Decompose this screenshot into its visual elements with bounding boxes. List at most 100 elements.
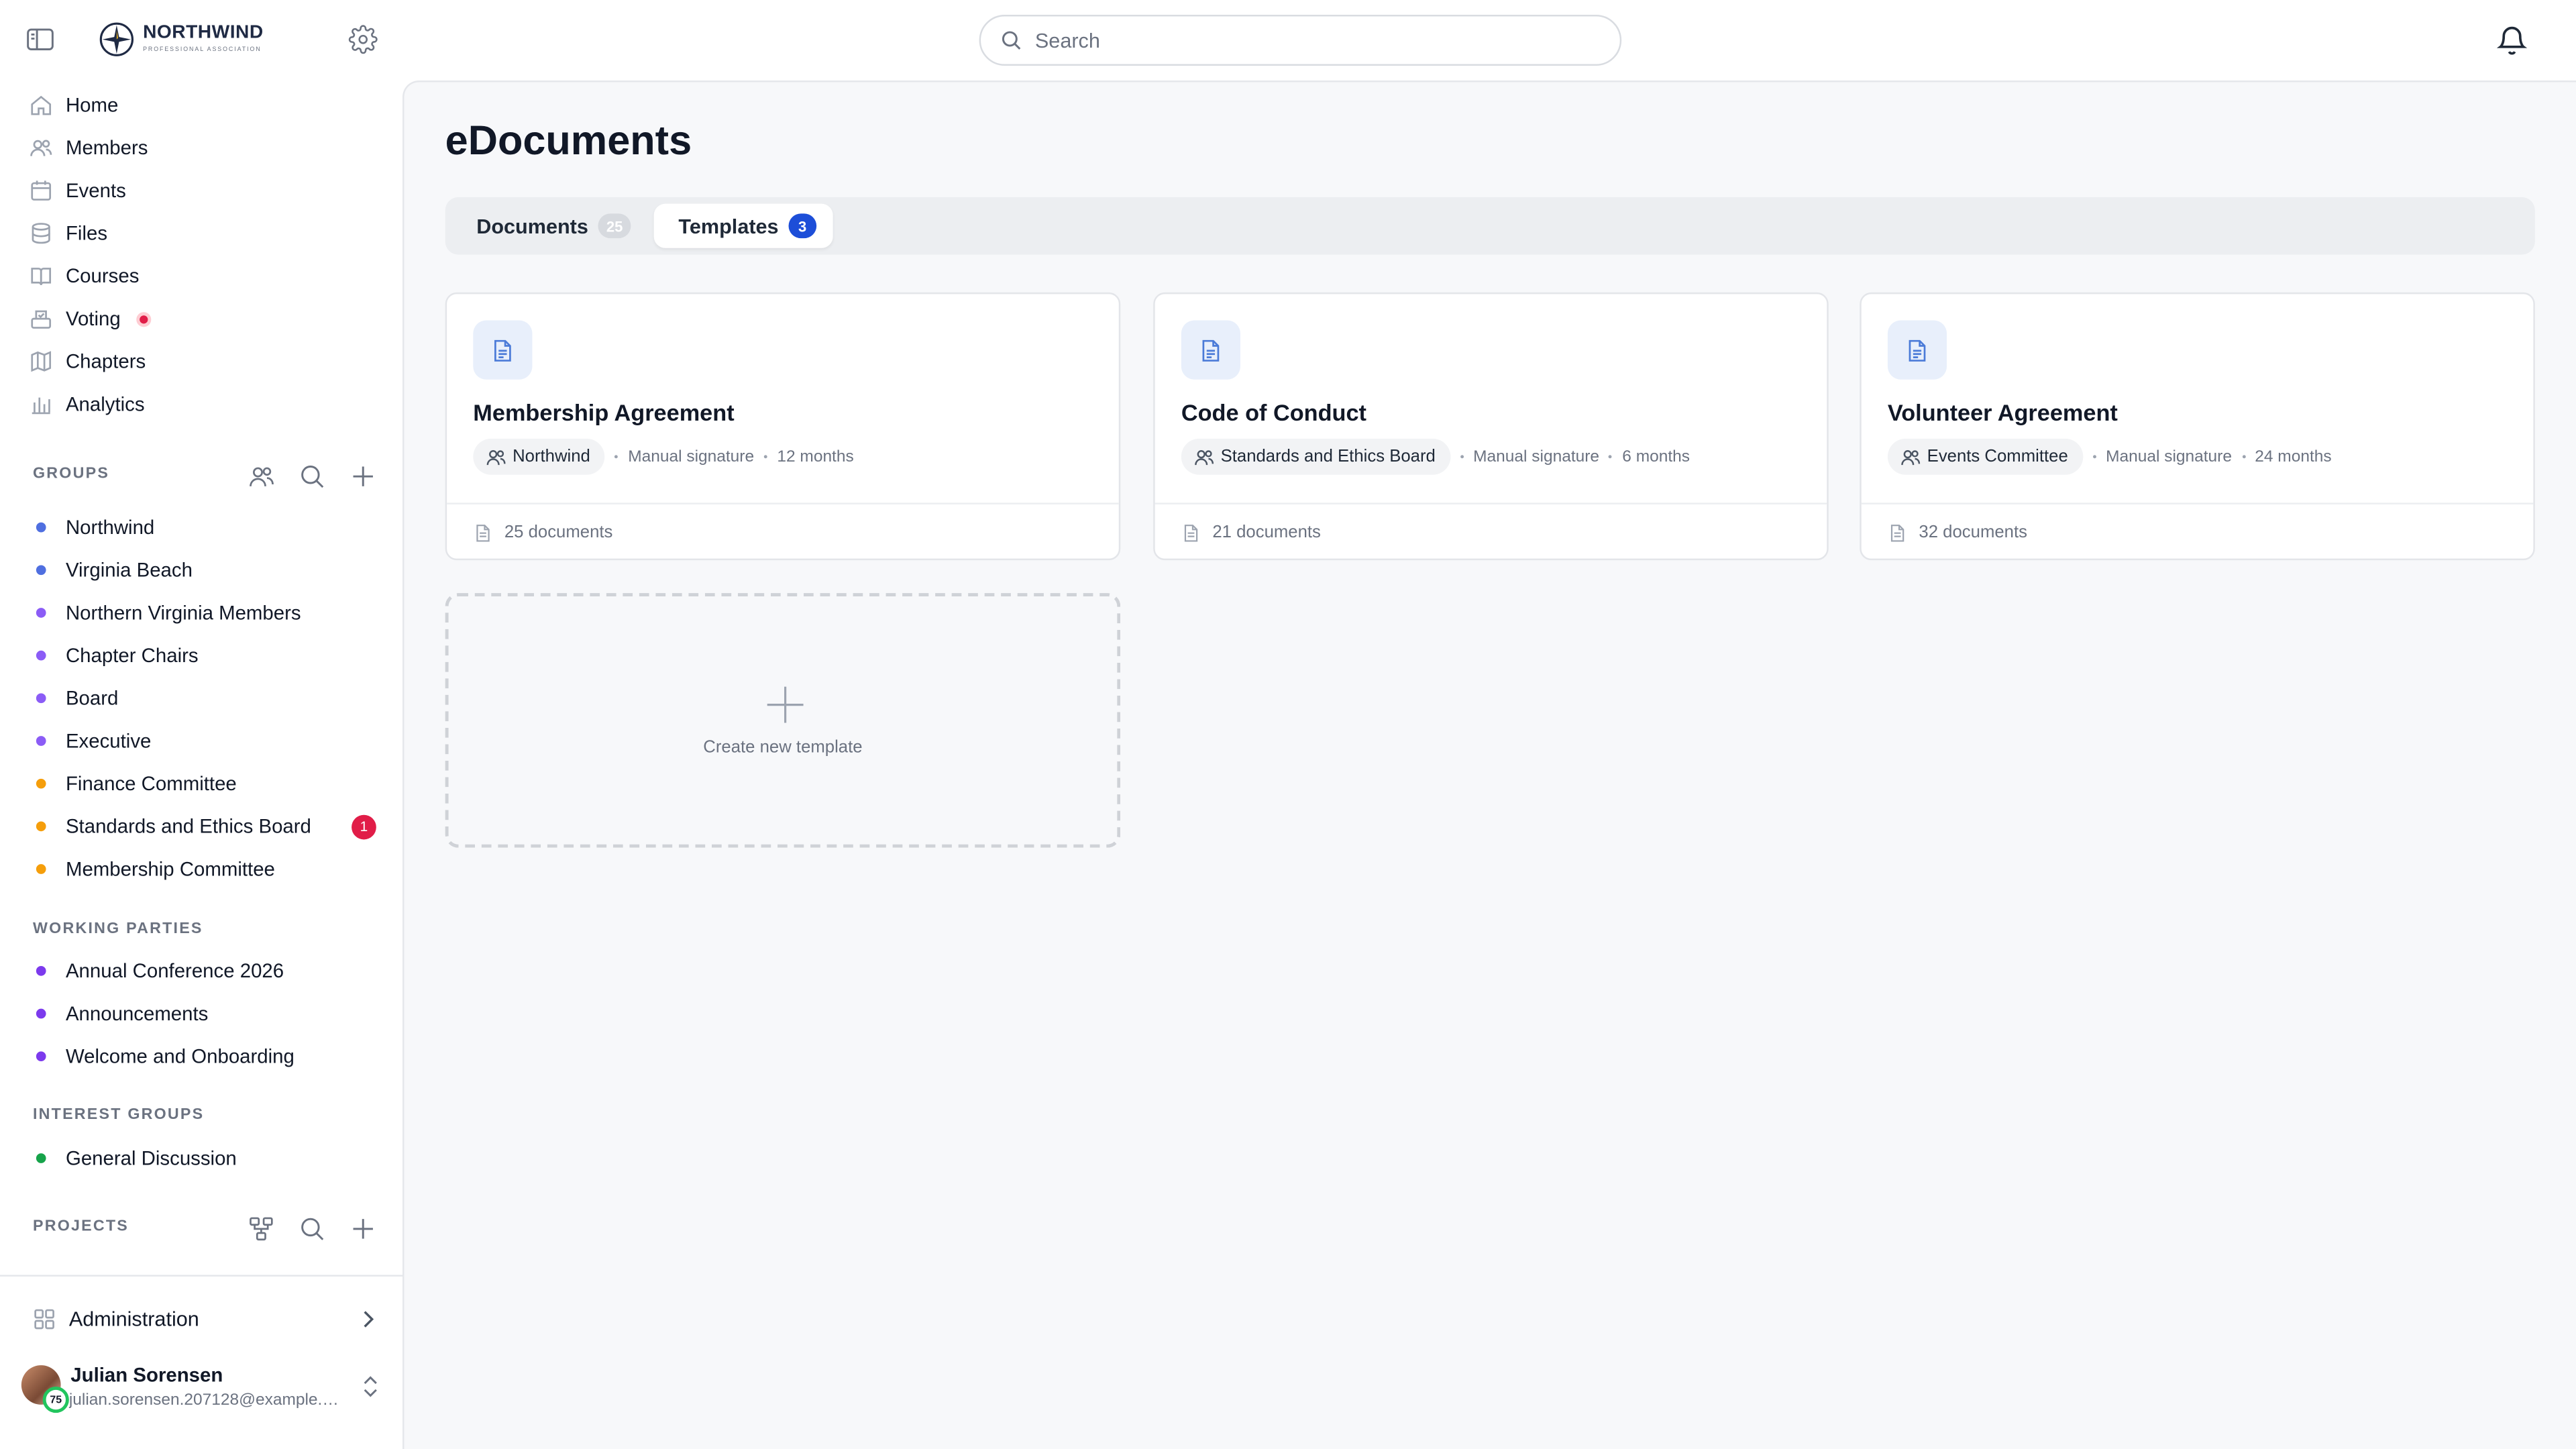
create-template-button[interactable]: Create new template	[445, 593, 1121, 848]
group-item[interactable]: Northwind	[36, 513, 381, 542]
tab-label: Templates	[678, 214, 779, 237]
file-icon	[1890, 523, 1904, 541]
projects-actions	[248, 1216, 376, 1242]
book-icon	[31, 268, 52, 286]
sidebar: Home Members Events Files Courses Voting…	[0, 80, 403, 1449]
group-item[interactable]: Membership Committee	[36, 854, 381, 883]
group-item[interactable]: Board	[36, 684, 381, 713]
tab-count-badge: 25	[598, 213, 631, 239]
group-item[interactable]: General Discussion	[36, 1144, 381, 1173]
card-footer: 32 documents	[1861, 502, 2534, 560]
sidebar-item-label: Members	[65, 136, 148, 160]
template-card[interactable]: Volunteer Agreement Events Committee Man…	[1860, 292, 2535, 561]
group-label: Northern Virginia Members	[65, 601, 301, 625]
separator-dot	[1460, 455, 1464, 459]
tab-documents[interactable]: Documents 25	[451, 204, 647, 248]
home-icon	[31, 95, 52, 115]
group-label: Annual Conference 2026	[65, 959, 284, 983]
tab-bar: Documents 25 Templates 3	[445, 197, 2535, 255]
group-chip[interactable]: Events Committee	[1887, 438, 2083, 475]
file-icon	[476, 523, 490, 541]
plus-icon[interactable]	[350, 1216, 376, 1242]
separator-dot	[1609, 455, 1613, 459]
group-item[interactable]: Standards and Ethics Board 1	[36, 812, 381, 841]
group-color-dot	[36, 650, 46, 661]
group-label: Finance Committee	[65, 772, 237, 796]
sidebar-toggle-icon[interactable]	[26, 26, 56, 52]
user-email: julian.sorensen.207128@example.com	[68, 1391, 345, 1410]
group-label: Virginia Beach	[65, 558, 193, 582]
app-logo[interactable]: NORTHWIND PROFESSIONAL ASSOCIATION	[99, 19, 264, 59]
bell-icon[interactable]	[2496, 23, 2528, 57]
group-item[interactable]: Finance Committee	[36, 769, 381, 798]
group-color-dot	[36, 1153, 46, 1163]
compass-logo-icon	[99, 22, 134, 56]
administration-link[interactable]: Administration	[33, 1303, 378, 1336]
logo-subtitle: PROFESSIONAL ASSOCIATION	[143, 46, 262, 53]
members-icon[interactable]	[248, 464, 274, 490]
search-icon[interactable]	[299, 464, 325, 490]
group-color-dot	[36, 608, 46, 618]
chapters-icon	[31, 351, 52, 372]
group-item[interactable]: Announcements	[36, 999, 381, 1028]
card-footer: 21 documents	[1155, 502, 1827, 560]
group-chip[interactable]: Standards and Ethics Board	[1181, 438, 1450, 475]
chart-icon	[32, 397, 50, 415]
user-level-badge: 75	[42, 1386, 69, 1413]
database-icon	[32, 223, 50, 244]
separator-dot	[2092, 455, 2096, 459]
group-color-dot	[36, 864, 46, 874]
sidebar-item-members[interactable]: Members	[30, 131, 148, 164]
sidebar-item-label: Home	[65, 93, 119, 117]
gear-icon[interactable]	[348, 25, 378, 54]
validity-duration: 12 months	[777, 447, 854, 466]
sidebar-item-courses[interactable]: Courses	[30, 260, 139, 292]
sidebar-item-home[interactable]: Home	[30, 89, 118, 121]
group-color-dot	[36, 1008, 46, 1019]
tab-label: Documents	[476, 214, 588, 237]
signature-type: Manual signature	[1473, 447, 1600, 466]
groups-section-label: GROUPS	[32, 465, 110, 484]
main-content: eDocuments Documents 25 Templates 3 Memb…	[402, 80, 2576, 1449]
tab-count-badge: 3	[788, 213, 816, 239]
members-icon	[1901, 449, 1921, 464]
group-label: Northwind	[65, 515, 155, 539]
group-item[interactable]: Chapter Chairs	[36, 641, 381, 670]
sidebar-item-label: Events	[65, 178, 126, 203]
group-label: Board	[65, 686, 119, 710]
search-icon[interactable]	[299, 1216, 325, 1242]
template-card[interactable]: Code of Conduct Standards and Ethics Boa…	[1153, 292, 1829, 561]
sidebar-footer: Administration 75 Julian Sorensen julian…	[0, 1275, 403, 1449]
sidebar-item-events[interactable]: Events	[30, 174, 126, 207]
group-item[interactable]: Northern Virginia Members	[36, 598, 381, 627]
search-box[interactable]	[979, 15, 1622, 66]
group-item[interactable]: Annual Conference 2026	[36, 956, 381, 985]
template-card[interactable]: Membership Agreement Northwind Manual si…	[445, 292, 1121, 561]
document-icon	[1887, 320, 1947, 380]
create-template-label: Create new template	[703, 737, 863, 757]
user-menu[interactable]: 75 Julian Sorensen julian.sorensen.20712…	[21, 1364, 386, 1416]
tab-templates[interactable]: Templates 3	[653, 203, 833, 248]
search-input[interactable]	[1034, 28, 1561, 52]
document-count: 25 documents	[504, 522, 613, 543]
group-color-dot	[36, 736, 46, 746]
group-item[interactable]: Executive	[36, 726, 381, 755]
group-label: Standards and Ethics Board	[65, 814, 311, 838]
group-item[interactable]: Virginia Beach	[36, 555, 381, 585]
template-meta: Events Committee Manual signature 24 mon…	[1887, 438, 2332, 475]
unread-badge: 1	[352, 814, 376, 839]
plus-icon	[767, 686, 804, 723]
sidebar-item-voting[interactable]: Voting	[30, 303, 152, 335]
group-chip-label: Standards and Ethics Board	[1220, 447, 1436, 467]
signature-type: Manual signature	[628, 447, 755, 466]
sidebar-item-files[interactable]: Files	[30, 217, 107, 250]
hierarchy-icon[interactable]	[248, 1216, 274, 1242]
plus-icon[interactable]	[350, 464, 376, 490]
sidebar-item-chapters[interactable]: Chapters	[30, 345, 146, 378]
group-item[interactable]: Welcome and Onboarding	[36, 1042, 381, 1071]
validity-duration: 6 months	[1622, 447, 1690, 466]
group-label: Announcements	[65, 1002, 209, 1026]
sidebar-item-analytics[interactable]: Analytics	[30, 388, 145, 421]
group-chip[interactable]: Northwind	[473, 438, 605, 475]
logo-name: NORTHWIND	[143, 23, 264, 44]
